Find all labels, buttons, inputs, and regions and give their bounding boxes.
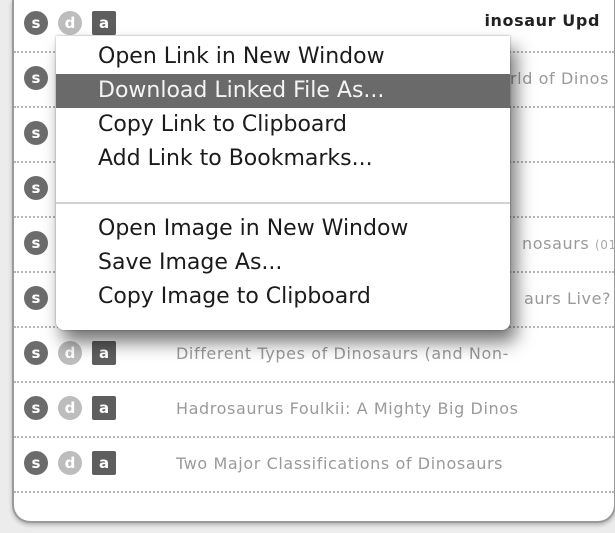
article-link[interactable]: rld of Dinos bbox=[510, 69, 609, 88]
s-button[interactable]: s bbox=[24, 286, 48, 310]
list-item: s d a Different Types of Dinosaurs (and … bbox=[14, 328, 614, 383]
menu-item-copy-image[interactable]: Copy Image to Clipboard bbox=[56, 280, 510, 314]
a-button[interactable]: a bbox=[92, 451, 116, 475]
s-button[interactable]: s bbox=[24, 121, 48, 145]
s-button[interactable]: s bbox=[24, 176, 48, 200]
article-link[interactable]: Different Types of Dinosaurs (and Non- bbox=[176, 344, 509, 363]
menu-item-open-image-new-window[interactable]: Open Image in New Window bbox=[56, 212, 510, 246]
d-button[interactable]: d bbox=[58, 11, 82, 35]
d-button[interactable]: d bbox=[58, 341, 82, 365]
article-link[interactable]: Hadrosaurus Foulkii: A Mighty Big Dinos bbox=[176, 399, 519, 418]
menu-separator bbox=[56, 202, 510, 204]
a-button[interactable]: a bbox=[92, 11, 116, 35]
menu-item-save-image[interactable]: Save Image As... bbox=[56, 246, 510, 280]
menu-item-open-link-new-window[interactable]: Open Link in New Window bbox=[56, 40, 510, 74]
article-link[interactable]: aurs Live? bbox=[524, 289, 611, 308]
article-link[interactable]: Where Did The ... Dinosaur Upd bbox=[484, 11, 600, 34]
a-button[interactable]: a bbox=[92, 396, 116, 420]
menu-item-add-bookmark[interactable]: Add Link to Bookmarks... bbox=[56, 142, 510, 176]
article-date: (01 bbox=[595, 238, 615, 252]
s-button[interactable]: s bbox=[24, 451, 48, 475]
d-button[interactable]: d bbox=[58, 396, 82, 420]
article-title: nosaurs bbox=[522, 234, 590, 253]
article-link[interactable]: nosaurs (01 bbox=[522, 234, 615, 253]
s-button[interactable]: s bbox=[24, 231, 48, 255]
article-title: Where Did The ... Dinosaur Upd bbox=[484, 11, 600, 30]
context-menu: Open Link in New Window Download Linked … bbox=[56, 36, 510, 330]
menu-item-copy-link[interactable]: Copy Link to Clipboard bbox=[56, 108, 510, 142]
browser-page: s d a Where Did The ... Dinosaur Upd s d… bbox=[12, 0, 615, 523]
article-link[interactable]: Two Major Classifications of Dinosaurs bbox=[176, 454, 503, 473]
menu-item-download-linked-file[interactable]: Download Linked File As... bbox=[56, 74, 510, 108]
a-button[interactable]: a bbox=[92, 341, 116, 365]
s-button[interactable]: s bbox=[24, 66, 48, 90]
list-item: s d a Hadrosaurus Foulkii: A Mighty Big … bbox=[14, 383, 614, 438]
s-button[interactable]: s bbox=[24, 11, 48, 35]
list-item: s d a Two Major Classifications of Dinos… bbox=[14, 438, 614, 493]
d-button[interactable]: d bbox=[58, 451, 82, 475]
s-button[interactable]: s bbox=[24, 396, 48, 420]
s-button[interactable]: s bbox=[24, 341, 48, 365]
